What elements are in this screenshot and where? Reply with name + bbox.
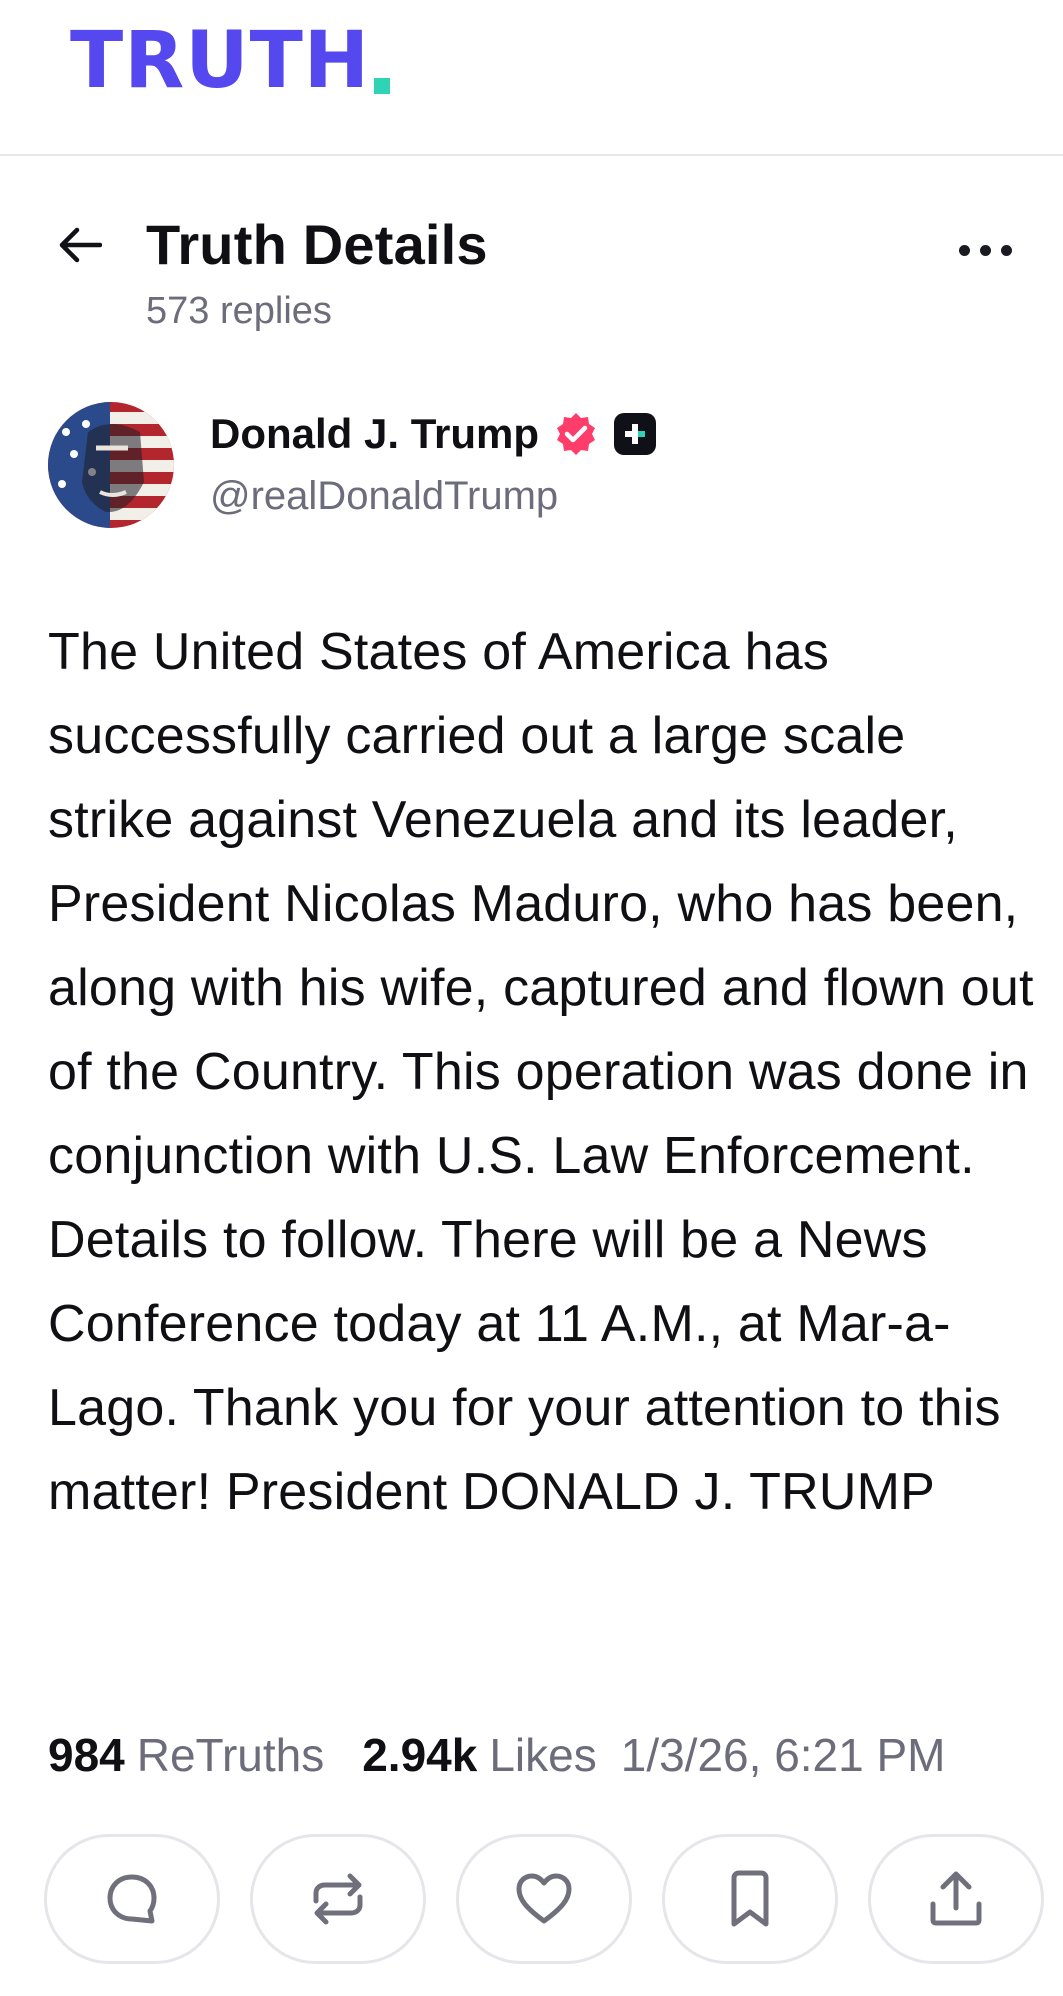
author-handle[interactable]: @realDonaldTrump	[210, 474, 558, 519]
post-timestamp: 1/3/26, 6:21 PM	[620, 1729, 946, 1781]
author-name[interactable]: Donald J. Trump	[210, 410, 539, 458]
arrow-left-icon	[59, 227, 102, 263]
post-text: The United States of America has success…	[48, 623, 1034, 1521]
retruths-label: ReTruths	[136, 1729, 325, 1781]
name-row: Donald J. Trump	[210, 410, 657, 458]
likes-stat[interactable]: 2.94k Likes	[362, 1728, 597, 1782]
retruth-icon	[313, 1873, 363, 1925]
avatar[interactable]	[48, 402, 174, 528]
logo-dot	[374, 78, 391, 94]
bookmark-icon	[731, 1870, 769, 1927]
retruth-button[interactable]	[250, 1834, 426, 1964]
action-bar	[44, 1834, 1044, 1964]
share-button[interactable]	[868, 1834, 1044, 1964]
reply-button[interactable]	[44, 1834, 220, 1964]
top-bar: TRUTH	[0, 0, 1063, 156]
detail-header: Truth Details 573 replies	[0, 200, 1063, 350]
logo-text: TRUTH	[70, 16, 371, 106]
back-button[interactable]	[50, 215, 110, 275]
verified-badge-icon	[557, 413, 596, 455]
retruths-count: 984	[48, 1729, 125, 1781]
share-icon	[930, 1871, 982, 1926]
replies-count: 573 replies	[146, 290, 332, 332]
likes-label: Likes	[489, 1729, 597, 1781]
avatar-image	[48, 402, 174, 528]
like-button[interactable]	[456, 1834, 632, 1964]
heart-icon	[516, 1873, 572, 1924]
more-options-button[interactable]	[950, 230, 1020, 270]
truth-plus-badge-icon	[614, 413, 657, 455]
retruths-stat[interactable]: 984 ReTruths	[48, 1728, 324, 1782]
post-stats: 984 ReTruths 2.94k Likes 1/3/26, 6:21 PM	[48, 1728, 1048, 1782]
truth-logo[interactable]: TRUTH	[70, 16, 391, 106]
bookmark-button[interactable]	[662, 1834, 838, 1964]
author-row: Donald J. Trump @realDonaldTrump	[48, 402, 1048, 532]
page-title: Truth Details	[146, 213, 488, 276]
more-horizontal-icon	[958, 244, 970, 256]
reply-icon	[107, 1874, 157, 1924]
likes-count: 2.94k	[362, 1729, 478, 1781]
